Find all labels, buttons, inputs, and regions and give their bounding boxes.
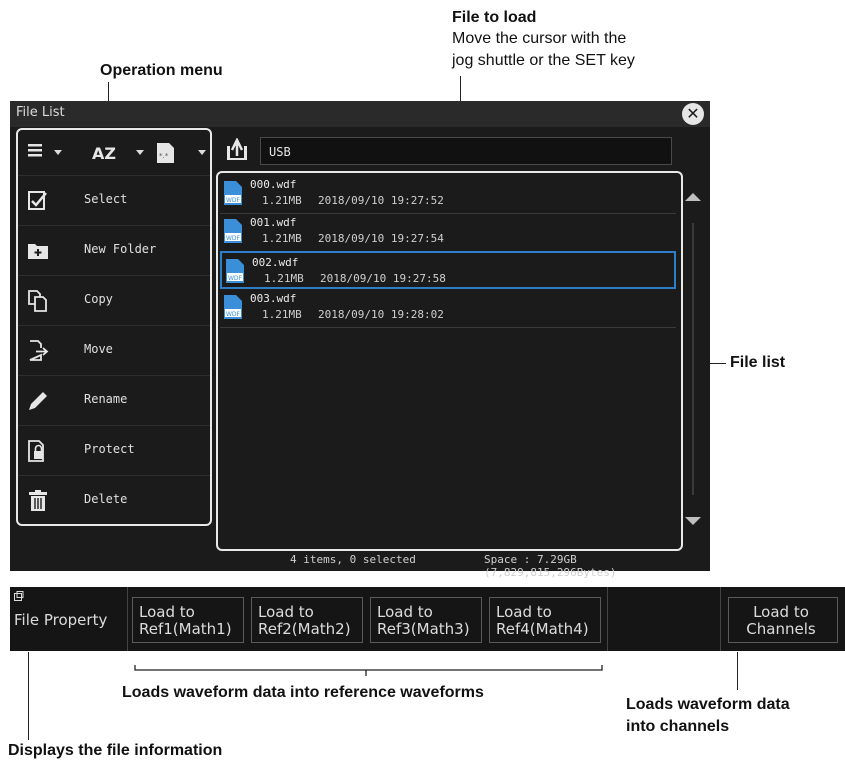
file-row[interactable]: WDF 003.wdf 1.21MB 2018/09/10 19:28:02 — [220, 289, 676, 328]
file-name: 003.wdf — [250, 292, 297, 305]
file-date: 2018/09/10 19:27:54 — [318, 232, 444, 245]
file-size: 1.21MB — [262, 194, 302, 207]
button-line1: Load to — [139, 603, 195, 621]
file-date: 2018/09/10 19:27:52 — [318, 194, 444, 207]
load-to-ref3-button[interactable]: Load to Ref3(Math3) — [370, 597, 482, 643]
file-name: 002.wdf — [252, 256, 299, 269]
property-window-icon — [14, 591, 24, 601]
menu-item-label: New Folder — [84, 242, 157, 256]
file-row[interactable]: WDF 001.wdf 1.21MB 2018/09/10 19:27:54 — [220, 213, 676, 252]
button-line1: Load to — [753, 603, 809, 621]
file-size: 1.21MB — [262, 308, 302, 321]
operation-menu-callout: Operation menu — [100, 62, 223, 79]
scroll-down-icon[interactable] — [680, 511, 706, 531]
svg-text:WDF: WDF — [226, 197, 241, 204]
sort-az-icon[interactable]: AZ — [90, 142, 144, 166]
menu-item-rename[interactable]: Rename — [18, 375, 210, 425]
button-line1: Load to — [377, 603, 433, 621]
menu-item-label: Rename — [84, 392, 128, 406]
svg-text:*.*: *.* — [159, 152, 169, 160]
button-line1: Load to — [496, 603, 552, 621]
load-to-ref2-button[interactable]: Load to Ref2(Math2) — [251, 597, 363, 643]
wdf-file-icon: WDF — [224, 295, 242, 319]
channels-callout-line1: Loads waveform data — [626, 696, 790, 713]
file-list-callout: File list — [730, 354, 786, 371]
scroll-up-icon[interactable] — [680, 187, 706, 207]
file-property-label: File Property — [14, 611, 108, 629]
window-title: File List — [16, 105, 65, 120]
file-to-load-line1: Move the cursor with the — [452, 30, 627, 47]
scroll-track[interactable] — [692, 223, 694, 495]
file-information-leader — [28, 652, 29, 740]
menu-item-label: Select — [84, 192, 128, 206]
file-size: 1.21MB — [262, 232, 302, 245]
close-icon[interactable]: ✕ — [682, 103, 704, 125]
menu-item-label: Move — [84, 342, 113, 356]
svg-text:WDF: WDF — [226, 235, 241, 242]
load-to-ref1-button[interactable]: Load to Ref1(Math1) — [132, 597, 244, 643]
file-name: 001.wdf — [250, 216, 297, 229]
menu-item-protect[interactable]: Protect — [18, 425, 210, 475]
menu-item-move[interactable]: Move — [18, 325, 210, 375]
load-to-ref4-button[interactable]: Load to Ref4(Math4) — [489, 597, 601, 643]
select-check-icon — [28, 191, 47, 210]
load-to-channels-button[interactable]: Load to Channels — [728, 597, 838, 643]
button-line2: Ref4(Math4) — [496, 620, 589, 638]
empty-key — [607, 587, 721, 651]
svg-text:WDF: WDF — [228, 275, 243, 282]
file-date: 2018/09/10 19:28:02 — [318, 308, 444, 321]
file-date: 2018/09/10 19:27:58 — [320, 272, 446, 285]
folder-up-icon[interactable] — [226, 138, 248, 160]
button-line2: Ref2(Math2) — [258, 620, 351, 638]
button-line2: Channels — [746, 620, 816, 638]
status-space: Space : 7.29GB (7,829,815,296Bytes) — [484, 553, 617, 579]
menu-item-select[interactable]: Select — [18, 175, 210, 225]
file-to-load-title: File to load — [452, 9, 537, 26]
wdf-file-icon: WDF — [224, 219, 242, 243]
menu-item-label: Copy — [84, 292, 113, 306]
scrollbar[interactable] — [680, 171, 706, 549]
file-property-key[interactable]: File Property — [10, 587, 128, 651]
file-name: 000.wdf — [250, 178, 297, 191]
menu-toolbar: AZ *.* — [18, 130, 210, 175]
menu-item-label: Protect — [84, 442, 135, 456]
sort-az-label: AZ — [92, 144, 116, 163]
menu-item-copy[interactable]: Copy — [18, 275, 210, 325]
file-list-window: File List ✕ AZ *.* Select New Folder Cop… — [10, 101, 710, 579]
filter-file-icon[interactable]: *.* — [156, 142, 206, 166]
channels-leader — [737, 652, 738, 690]
pencil-icon — [29, 392, 47, 410]
wdf-file-icon: WDF — [226, 259, 244, 283]
soft-key-bar: File Property Load to Ref1(Math1) Load t… — [10, 587, 845, 651]
list-view-icon[interactable] — [28, 142, 62, 166]
copy-icon — [28, 290, 47, 312]
file-information-callout: Displays the file information — [8, 742, 223, 759]
svg-text:WDF: WDF — [226, 311, 241, 318]
file-size: 1.21MB — [264, 272, 304, 285]
operation-menu: AZ *.* Select New Folder Copy Move Renam… — [16, 128, 212, 526]
button-line2: Ref3(Math3) — [377, 620, 470, 638]
channels-callout-line2: into channels — [626, 718, 730, 735]
wdf-file-icon: WDF — [224, 181, 242, 205]
new-folder-icon — [28, 244, 48, 259]
file-row[interactable]: WDF 000.wdf 1.21MB 2018/09/10 19:27:52 — [220, 175, 676, 214]
lock-icon — [28, 440, 44, 462]
trash-icon — [29, 490, 47, 511]
file-row-selected[interactable]: WDF 002.wdf 1.21MB 2018/09/10 19:27:58 — [220, 251, 676, 289]
file-to-load-line2: jog shuttle or the SET key — [452, 52, 635, 69]
move-icon — [29, 340, 49, 361]
button-line1: Load to — [258, 603, 314, 621]
reference-bracket — [134, 665, 603, 676]
file-list: WDF 000.wdf 1.21MB 2018/09/10 19:27:52 W… — [216, 171, 683, 551]
title-bar: File List ✕ — [10, 101, 710, 127]
path-field[interactable]: USB — [260, 137, 672, 165]
status-count: 4 items, 0 selected — [290, 553, 416, 566]
reference-waveforms-callout: Loads waveform data into reference wavef… — [122, 684, 484, 701]
menu-item-label: Delete — [84, 492, 128, 506]
button-line2: Ref1(Math1) — [139, 620, 232, 638]
menu-item-delete[interactable]: Delete — [18, 475, 210, 525]
menu-item-new-folder[interactable]: New Folder — [18, 225, 210, 275]
